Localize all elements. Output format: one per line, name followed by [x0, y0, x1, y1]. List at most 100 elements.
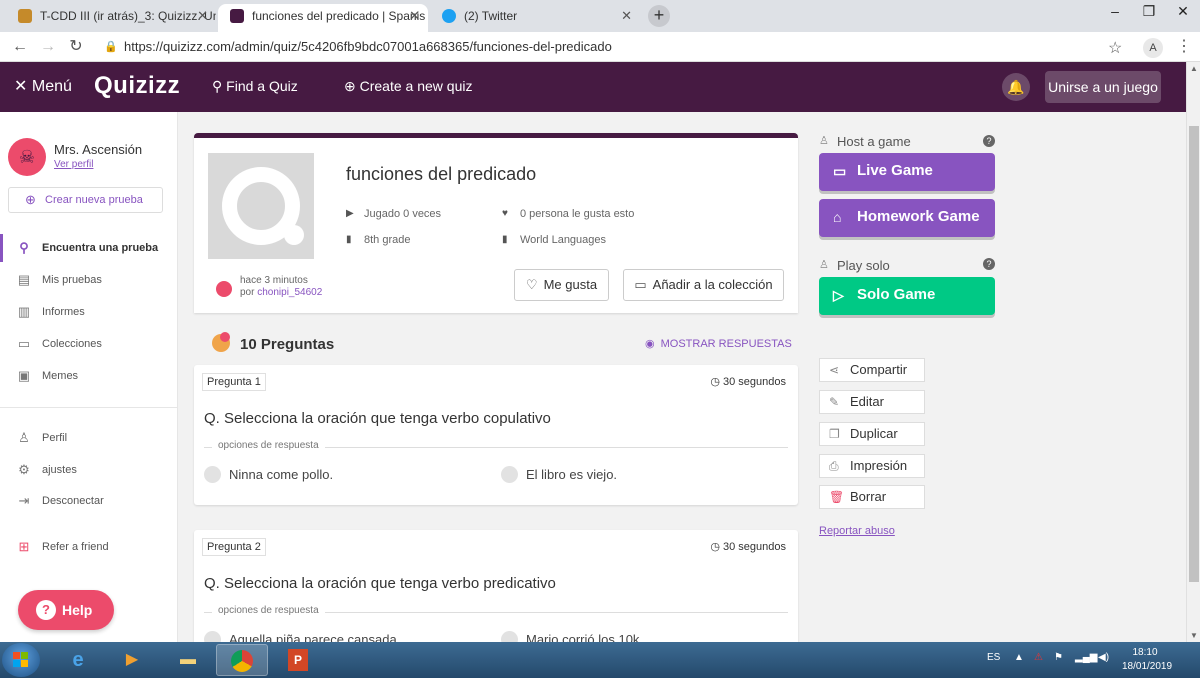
chrome-icon[interactable]	[216, 644, 268, 676]
question-time: ◷ 30 segundos	[710, 375, 786, 388]
new-tab-button[interactable]: +	[648, 5, 670, 27]
powerpoint-icon[interactable]: P	[272, 644, 324, 676]
quiz-title: funciones del predicado	[346, 164, 537, 184]
print-icon: ⎙	[829, 459, 839, 473]
network-warning-icon[interactable]: ⚠	[1034, 652, 1043, 663]
sidebar-item-collections[interactable]: ▭ Colecciones	[0, 330, 178, 358]
site-header: ✕ Menú Quizizz ⚲ Find a Quiz ⊕ Create a …	[0, 62, 1186, 112]
answer-option: El libro es viejo.	[501, 466, 617, 483]
reload-button[interactable]: ↻	[64, 36, 88, 58]
clock-time: 18:10	[1132, 647, 1158, 658]
view-profile-link[interactable]: Ver perfil	[54, 159, 93, 170]
quizizz-logo[interactable]: Quizizz	[94, 72, 180, 100]
edit-button[interactable]: ✎ Editar	[819, 390, 925, 414]
file-explorer-icon[interactable]: ▬	[162, 644, 214, 676]
language-indicator[interactable]: ES	[987, 652, 1000, 663]
home-icon: ⌂	[833, 209, 842, 225]
tab-title: (2) Twitter	[464, 9, 518, 23]
create-quiz-button[interactable]: ⊕ Crear nueva prueba	[8, 187, 163, 213]
system-clock[interactable]: 18:10 18/01/2019	[1122, 646, 1172, 674]
live-game-button[interactable]: ▭ Live Game	[819, 153, 995, 191]
options-label: opciones de respuesta	[212, 440, 325, 451]
close-icon[interactable]: ✕	[621, 4, 632, 28]
question-text: Q. Selecciona la oración que tenga verbo…	[204, 410, 551, 427]
close-icon[interactable]: ✕	[197, 4, 208, 28]
sidebar-item-profile[interactable]: ♙ Perfil	[0, 424, 178, 452]
scroll-up-icon[interactable]: ▲	[1187, 64, 1200, 73]
report-abuse-link[interactable]: Reportar abuso	[819, 525, 895, 537]
solo-label-text: Play solo	[837, 258, 890, 273]
sidebar-item-logout[interactable]: ⇥ Desconectar	[0, 487, 178, 515]
author-link[interactable]: chonipi_54602	[257, 287, 322, 298]
browser-tab[interactable]: (2) Twitter ✕	[430, 4, 640, 32]
question-icon[interactable]: ?	[983, 258, 995, 270]
delete-button[interactable]: 🗑 Borrar	[819, 485, 925, 509]
by-prefix: por	[240, 287, 255, 298]
option-text: Ninna come pollo.	[229, 467, 334, 482]
sidebar-item-reports[interactable]: ▥ Informes	[0, 298, 178, 326]
eye-icon: ◉	[645, 338, 655, 350]
add-to-collection-button[interactable]: ▭ Añadir a la colección	[623, 269, 784, 301]
sidebar-item-label: Informes	[42, 306, 85, 318]
internet-explorer-icon[interactable]: e	[52, 644, 104, 676]
maximize-button[interactable]: ❐	[1132, 0, 1166, 22]
twitter-icon	[442, 9, 456, 23]
volume-icon[interactable]: ◀)	[1098, 652, 1109, 663]
like-count: ♥ 0 persona le gusta esto	[502, 208, 634, 220]
help-button[interactable]: ? Help	[18, 590, 114, 630]
browser-tab[interactable]: T-CDD III (ir atrás)_3: Quizizz. Uni ✕	[6, 4, 216, 32]
homework-game-button[interactable]: ⌂ Homework Game	[819, 199, 995, 237]
scrollbar-thumb[interactable]	[1189, 126, 1199, 582]
solo-game-label: Solo Game	[857, 286, 936, 303]
sidebar-item-label: Colecciones	[42, 338, 102, 350]
sidebar-item-find-quiz[interactable]: ⚲ Encuentra una prueba	[0, 234, 178, 262]
signal-icon[interactable]: ▂▄▆	[1075, 652, 1097, 663]
question-icon[interactable]: ?	[983, 135, 995, 147]
share-icon: ⋖	[829, 363, 840, 377]
start-button[interactable]	[2, 643, 40, 677]
scroll-down-icon[interactable]: ▼	[1187, 631, 1200, 640]
windows-logo-icon	[13, 652, 29, 668]
back-button[interactable]: ←	[8, 36, 32, 58]
create-quiz-link[interactable]: ⊕ Create a new quiz	[344, 78, 472, 95]
options-label: opciones de respuesta	[212, 605, 325, 616]
share-label: Compartir	[850, 362, 908, 377]
like-button[interactable]: ♡ Me gusta	[514, 269, 609, 301]
play-icon: ▷	[833, 287, 844, 303]
play-solo-label: ♙ Play solo	[819, 258, 890, 273]
join-game-button[interactable]: Unirse a un juego	[1045, 71, 1161, 103]
avatar[interactable]: ☠	[8, 138, 46, 176]
bookmark-icon: ▮	[502, 234, 508, 245]
page-scrollbar[interactable]: ▲ ▼	[1186, 62, 1200, 642]
quizizz-q-dot	[284, 225, 304, 245]
url-field[interactable]: 🔒 https://quizizz.com/admin/quiz/5c4206f…	[96, 35, 1136, 59]
close-window-button[interactable]: ✕	[1166, 0, 1200, 22]
solo-game-button[interactable]: ▷ Solo Game	[819, 277, 995, 315]
sidebar-item-settings[interactable]: ⚙ ajustes	[0, 456, 178, 484]
bookmark-star-icon[interactable]: ☆	[1108, 38, 1122, 58]
close-icon[interactable]: ✕	[409, 4, 420, 28]
media-player-icon[interactable]: ▶	[106, 644, 158, 676]
sidebar-item-label: Memes	[42, 370, 79, 382]
browser-menu-icon[interactable]: ⋮	[1176, 36, 1192, 56]
show-answers-button[interactable]: ◉ MOSTRAR RESPUESTAS	[645, 337, 792, 350]
sidebar-item-refer[interactable]: ⊞ Refer a friend	[0, 533, 178, 561]
sidebar-item-my-quizzes[interactable]: ▤ Mis pruebas	[0, 266, 178, 294]
tray-expand-icon[interactable]: ▲	[1014, 652, 1024, 663]
duplicate-button[interactable]: ❐ Duplicar	[819, 422, 925, 446]
folder-icon: ▭	[634, 277, 647, 292]
option-dot-icon	[501, 466, 518, 483]
forward-button[interactable]: →	[36, 36, 60, 58]
sidebar-item-memes[interactable]: ▣ Memes	[0, 362, 178, 390]
print-button[interactable]: ⎙ Impresión	[819, 454, 925, 478]
logout-icon: ⇥	[18, 493, 30, 508]
find-quiz-link[interactable]: ⚲ Find a Quiz	[212, 78, 298, 95]
menu-button[interactable]: ✕ Menú	[14, 76, 72, 96]
browser-tab-active[interactable]: funciones del predicado | Spanis ✕	[218, 4, 428, 32]
bell-icon[interactable]: 🔔	[1002, 73, 1030, 101]
share-button[interactable]: ⋖ Compartir	[819, 358, 925, 382]
question-number: Pregunta 2	[202, 538, 266, 556]
action-center-icon[interactable]: ⚑	[1054, 652, 1063, 663]
profile-avatar[interactable]: A	[1143, 38, 1163, 58]
minimize-button[interactable]: –	[1098, 0, 1132, 22]
